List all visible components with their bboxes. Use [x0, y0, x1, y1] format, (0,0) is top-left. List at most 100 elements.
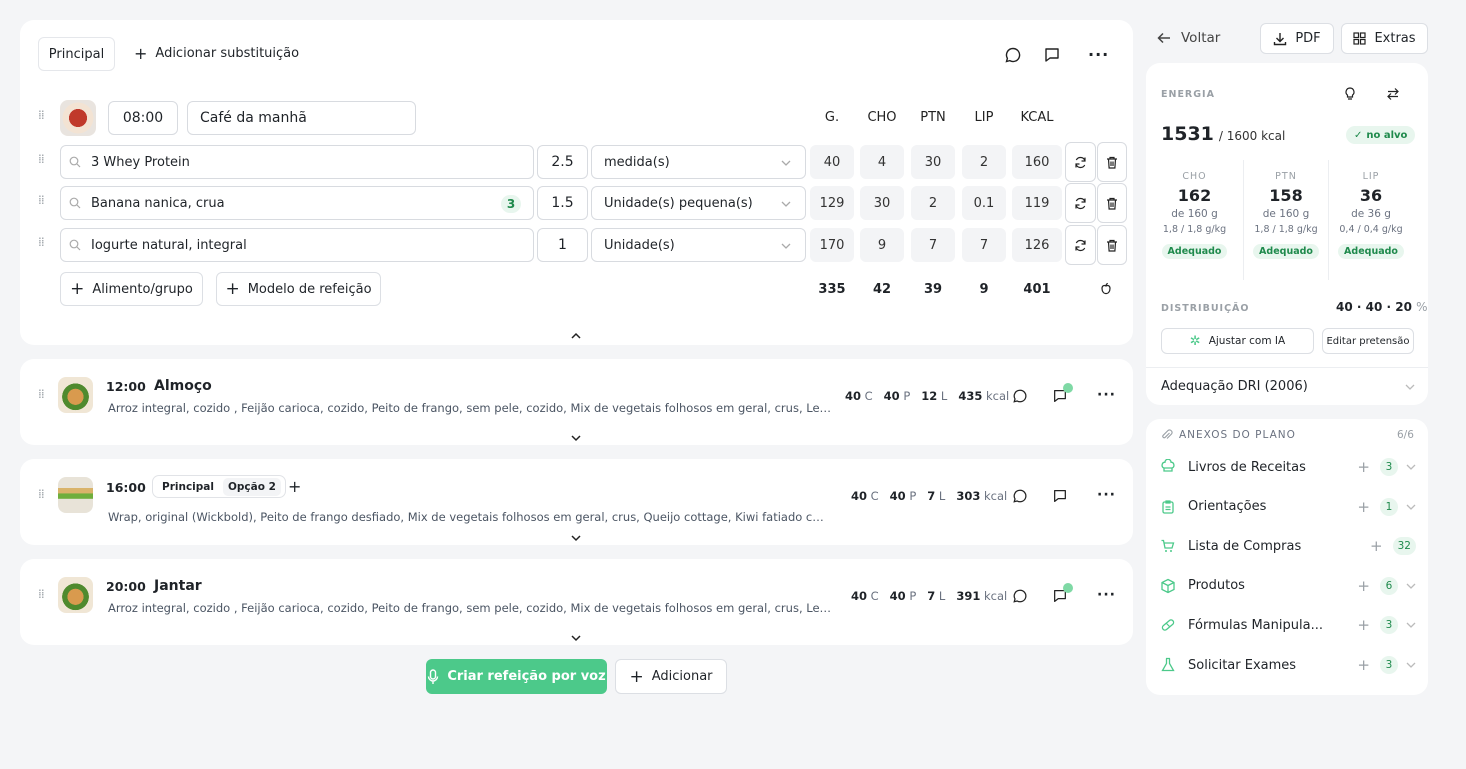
- chevron-down-icon[interactable]: [1406, 504, 1416, 510]
- chevron-down-icon[interactable]: [1406, 583, 1416, 589]
- plus-icon[interactable]: +: [1357, 656, 1370, 674]
- swap-food-button[interactable]: [1065, 183, 1096, 223]
- drag-handle-icon[interactable]: ⁞⁞: [38, 488, 45, 500]
- trash-icon: [1106, 156, 1118, 169]
- annex-item[interactable]: Livros de Receitas +3: [1160, 453, 1416, 481]
- meal-time-input[interactable]: 08:00: [108, 101, 178, 135]
- delete-food-button[interactable]: [1097, 225, 1127, 265]
- chevron-down-icon[interactable]: [1406, 662, 1416, 668]
- food-search-input[interactable]: Banana nanica, crua 3: [60, 186, 534, 220]
- drag-handle-icon[interactable]: ⁞⁞: [38, 236, 45, 248]
- food-quantity-input[interactable]: 2.5: [537, 145, 588, 179]
- add-option-plus-icon[interactable]: +: [288, 477, 301, 496]
- annex-item[interactable]: Fórmulas Manipula... +3: [1160, 611, 1416, 639]
- swap-icon[interactable]: [1386, 87, 1400, 101]
- drag-handle-icon[interactable]: ⁞⁞: [38, 153, 45, 165]
- annex-item[interactable]: Orientações +1: [1160, 493, 1416, 521]
- back-button[interactable]: Voltar: [1157, 30, 1220, 46]
- pdf-button[interactable]: PDF: [1260, 23, 1334, 54]
- tab-principal[interactable]: Principal: [38, 37, 115, 71]
- swap-food-button[interactable]: [1065, 142, 1096, 182]
- status-badge: Adequado: [1253, 244, 1319, 259]
- add-food-group-button[interactable]: + Alimento/grupo: [60, 272, 203, 306]
- food-quantity-input[interactable]: 1: [537, 228, 588, 262]
- col-header-g: G.: [824, 110, 840, 125]
- comment-icon[interactable]: [1012, 488, 1028, 504]
- plus-icon[interactable]: +: [1357, 577, 1370, 595]
- expand-chevron-icon[interactable]: [570, 634, 582, 642]
- chevron-down-icon[interactable]: [1406, 622, 1416, 629]
- comment-icon[interactable]: [1004, 46, 1022, 64]
- energy-value: 1531 / 1600 kcal: [1161, 123, 1286, 145]
- plus-icon[interactable]: +: [1357, 498, 1370, 516]
- food-ptn-value: 7: [911, 228, 955, 262]
- food-ptn-value: 30: [911, 145, 955, 179]
- edit-target-button[interactable]: Editar pretensão: [1322, 328, 1414, 354]
- more-icon[interactable]: ···: [1097, 487, 1116, 503]
- refresh-icon: [1074, 156, 1087, 169]
- annex-count-badge: 1: [1380, 497, 1398, 516]
- total-ptn: 39: [923, 282, 943, 297]
- apple-icon[interactable]: [1099, 282, 1113, 296]
- food-unit-select[interactable]: medida(s): [591, 145, 806, 179]
- annex-item[interactable]: Produtos +6: [1160, 572, 1416, 600]
- cart-icon: [1160, 538, 1176, 554]
- drag-handle-icon[interactable]: ⁞⁞: [38, 109, 45, 121]
- plus-icon: +: [225, 279, 240, 299]
- drag-handle-icon[interactable]: ⁞⁞: [38, 194, 45, 206]
- lightbulb-icon[interactable]: [1344, 87, 1356, 101]
- extras-button[interactable]: Extras: [1341, 23, 1428, 54]
- food-kcal-value: 126: [1012, 228, 1062, 262]
- meal-time: 20:00: [106, 579, 146, 594]
- adjust-ai-button[interactable]: ✲ Ajustar com IA: [1161, 328, 1314, 354]
- chevron-down-icon[interactable]: [1406, 464, 1416, 470]
- option-principal-tab[interactable]: Principal: [157, 478, 219, 496]
- add-substitution-button[interactable]: + Adicionar substituição: [134, 45, 299, 61]
- food-cho-value: 4: [860, 145, 904, 179]
- more-icon[interactable]: ···: [1088, 45, 1109, 64]
- plus-icon[interactable]: +: [1357, 616, 1370, 634]
- comment-icon[interactable]: [1012, 388, 1028, 404]
- meal-name-input[interactable]: Café da manhã: [187, 101, 416, 135]
- meal-card[interactable]: ⁞⁞ 20:00 Jantar Arroz integral, cozido , Fe…: [20, 559, 1133, 645]
- meal-model-button[interactable]: + Modelo de refeição: [216, 272, 381, 306]
- dri-dropdown[interactable]: Adequação DRI (2006): [1161, 379, 1415, 394]
- chevron-down-icon: [781, 243, 791, 249]
- delete-food-button[interactable]: [1097, 183, 1127, 223]
- more-icon[interactable]: ···: [1097, 587, 1116, 603]
- meal-card[interactable]: ⁞⁞ 12:00 Almoço Arroz integral, cozido , Fe…: [20, 359, 1133, 445]
- plus-icon[interactable]: +: [1370, 537, 1383, 555]
- search-icon: [69, 156, 81, 168]
- refresh-icon: [1074, 197, 1087, 210]
- message-icon[interactable]: [1052, 488, 1068, 504]
- comment-icon[interactable]: [1012, 588, 1028, 604]
- substitution-count-badge: 3: [501, 195, 521, 213]
- voice-meal-button[interactable]: Criar refeição por voz: [426, 659, 607, 694]
- divider-dri: [1146, 367, 1428, 368]
- annex-item[interactable]: Solicitar Exames +3: [1160, 651, 1416, 679]
- swap-food-button[interactable]: [1065, 225, 1096, 265]
- food-search-input[interactable]: 3 Whey Protein: [60, 145, 534, 179]
- total-cho: 42: [872, 282, 892, 297]
- collapse-chevron-icon[interactable]: [570, 332, 582, 340]
- drag-handle-icon[interactable]: ⁞⁞: [38, 588, 45, 600]
- plus-icon[interactable]: +: [1357, 458, 1370, 476]
- food-search-input[interactable]: Iogurte natural, integral: [60, 228, 534, 262]
- expand-chevron-icon[interactable]: [570, 434, 582, 442]
- download-icon: [1273, 32, 1287, 46]
- food-lip-value: 2: [962, 145, 1006, 179]
- option-2-tab[interactable]: Opção 2: [222, 477, 281, 496]
- food-unit-select[interactable]: Unidade(s) pequena(s): [591, 186, 806, 220]
- drag-handle-icon[interactable]: ⁞⁞: [38, 388, 45, 400]
- delete-food-button[interactable]: [1097, 142, 1127, 182]
- add-meal-button[interactable]: + Adicionar: [615, 659, 727, 694]
- food-unit-select[interactable]: Unidade(s): [591, 228, 806, 262]
- annex-item[interactable]: Lista de Compras +32: [1160, 532, 1416, 560]
- energy-card: ENERGIA 1531 / 1600 kcal ✓ no alvo CHO 162…: [1146, 63, 1428, 405]
- food-quantity-input[interactable]: 1.5: [537, 186, 588, 220]
- meal-description: Arroz integral, cozido , Feijão carioca,…: [108, 401, 838, 415]
- message-icon[interactable]: [1043, 46, 1061, 64]
- expand-chevron-icon[interactable]: [570, 534, 582, 542]
- more-icon[interactable]: ···: [1097, 387, 1116, 403]
- meal-card[interactable]: ⁞⁞ 16:00 Principal Opção 2 + Wrap, original (…: [20, 459, 1133, 545]
